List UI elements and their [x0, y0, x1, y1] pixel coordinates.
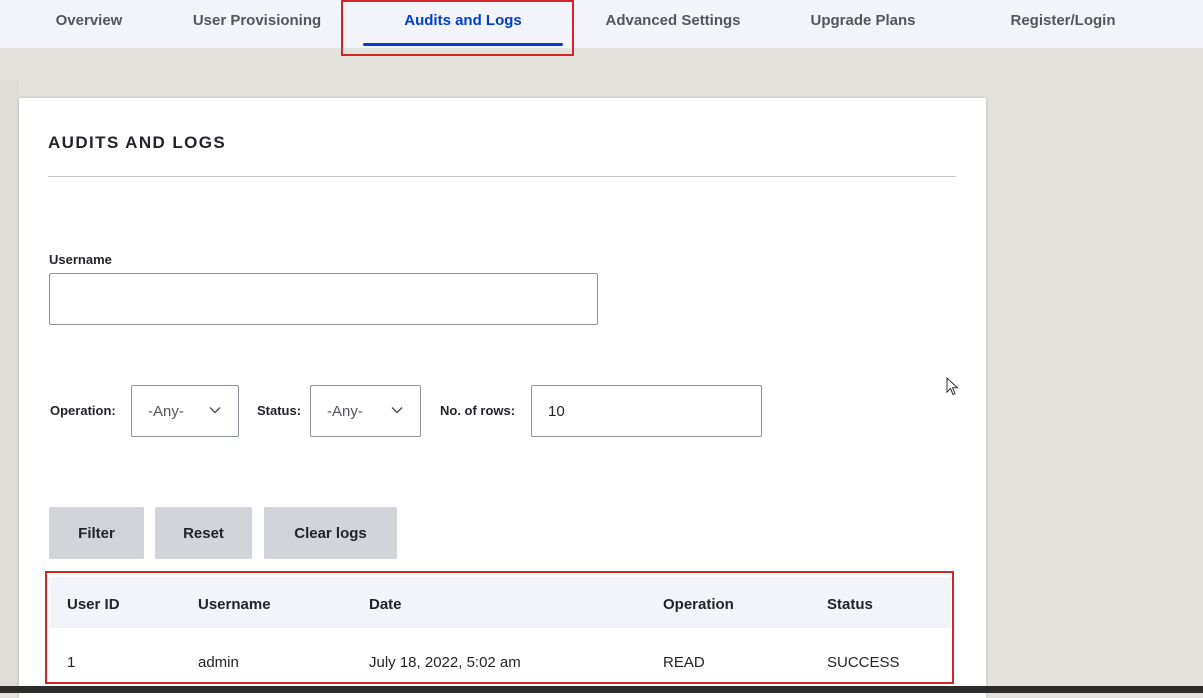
cell-date: July 18, 2022, 5:02 am — [369, 654, 521, 671]
operation-select[interactable]: -Any- — [131, 385, 239, 437]
tab-advanced-settings[interactable]: Advanced Settings — [583, 0, 763, 48]
operation-select-value: -Any- — [148, 402, 184, 420]
tab-label: Audits and Logs — [404, 12, 522, 29]
tab-label: Upgrade Plans — [810, 12, 916, 29]
tab-register-login[interactable]: Register/Login — [963, 0, 1163, 48]
cell-username: admin — [198, 654, 239, 671]
column-header-date: Date — [369, 596, 402, 613]
cell-operation: READ — [663, 654, 705, 671]
title-divider — [48, 176, 956, 177]
active-tab-underline — [363, 43, 563, 46]
tab-label: User Provisioning — [192, 12, 322, 29]
status-label: Status: — [257, 403, 302, 418]
username-label: Username — [49, 252, 112, 267]
column-header-operation: Operation — [663, 596, 734, 613]
table-header-row — [50, 577, 951, 628]
rows-label: No. of rows: — [440, 403, 516, 418]
cell-user-id: 1 — [67, 654, 76, 671]
chevron-down-icon — [209, 406, 221, 414]
reset-button[interactable]: Reset — [155, 507, 252, 559]
tab-user-provisioning[interactable]: User Provisioning — [164, 0, 350, 48]
tab-label: Advanced Settings — [605, 12, 741, 29]
tab-overview[interactable]: Overview — [14, 0, 164, 48]
username-input[interactable] — [49, 273, 598, 325]
tab-upgrade-plans[interactable]: Upgrade Plans — [763, 0, 963, 48]
bottom-bar — [0, 686, 1203, 693]
status-select-value: -Any- — [327, 402, 363, 420]
status-select[interactable]: -Any- — [310, 385, 421, 437]
cell-status: SUCCESS — [827, 654, 900, 671]
mouse-pointer-icon — [946, 377, 959, 396]
tab-label: Overview — [55, 12, 123, 29]
operation-label: Operation: — [50, 403, 116, 418]
page-title: AUDITS AND LOGS — [48, 133, 227, 152]
tab-bar: Overview User Provisioning Audits and Lo… — [0, 0, 1203, 48]
column-header-user-id: User ID — [67, 596, 120, 613]
rows-input[interactable] — [531, 385, 762, 437]
chevron-down-icon — [391, 406, 403, 414]
tab-audits-and-logs[interactable]: Audits and Logs — [343, 0, 583, 48]
filter-button[interactable]: Filter — [49, 507, 144, 559]
column-header-status: Status — [827, 596, 873, 613]
column-header-username: Username — [198, 596, 271, 613]
page-background-strip — [0, 80, 19, 693]
clear-logs-button[interactable]: Clear logs — [264, 507, 397, 559]
tab-label: Register/Login — [1010, 12, 1116, 29]
